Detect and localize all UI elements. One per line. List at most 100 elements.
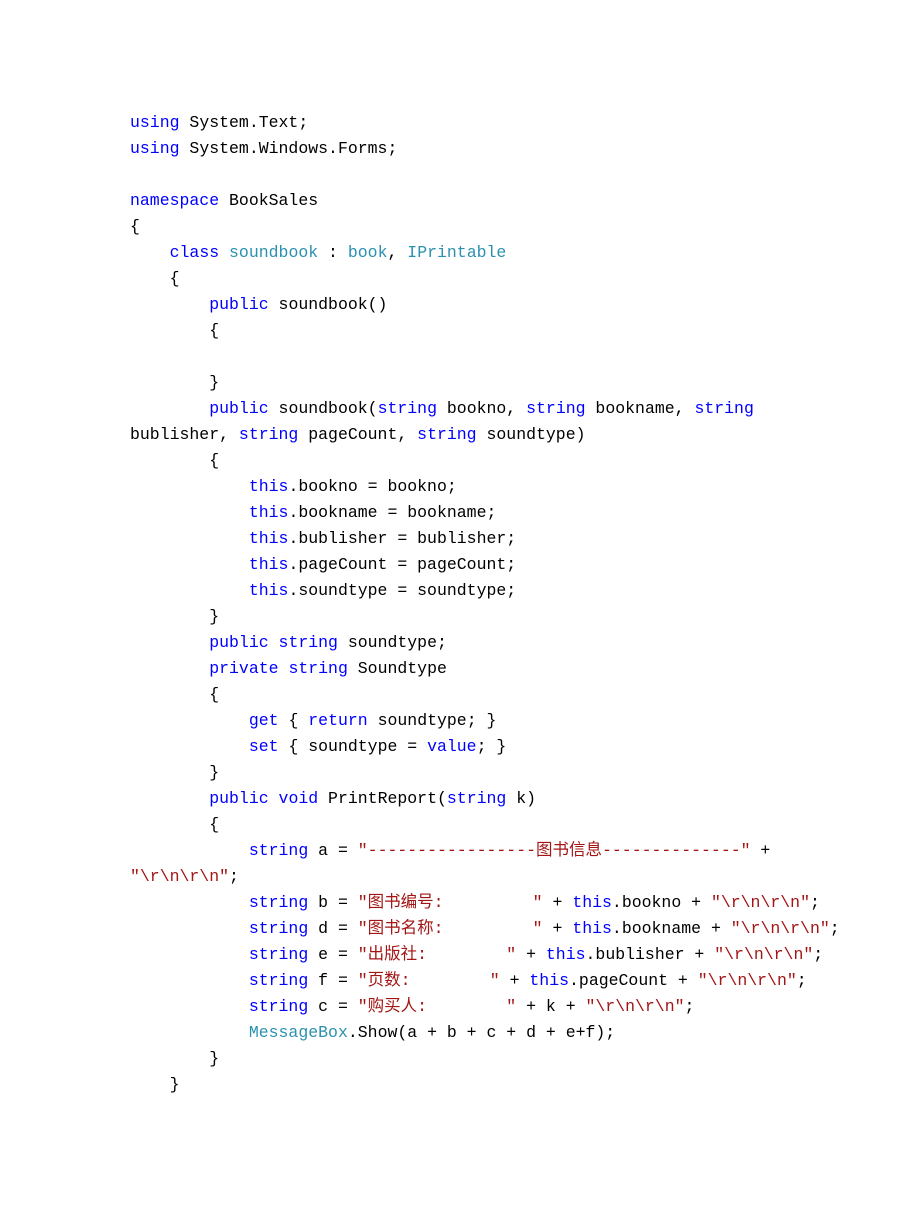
token: soundbook( [269,399,378,418]
token-kw: using [130,113,180,132]
token: ; [229,867,239,886]
token: .Show(a + b + c + d + e+f); [348,1023,615,1042]
token: .bookno + [612,893,711,912]
token: { [130,815,219,834]
token-str: "购买人: " [358,997,516,1016]
token-kw: private [209,659,278,678]
token: e = [308,945,358,964]
code-line: get { return soundtype; } [130,708,802,734]
token: PrintReport( [318,789,447,808]
token [130,841,249,860]
token: + [751,841,781,860]
token-type: soundbook [229,243,318,262]
token: ; [813,945,823,964]
token: System.Windows.Forms; [180,139,398,158]
token: , [387,243,407,262]
token-kw: string [249,945,308,964]
token-kw: this [249,477,289,496]
token-type: IPrintable [407,243,506,262]
token-kw: string [417,425,476,444]
token-kw: public [209,789,268,808]
token [130,659,209,678]
token-kw: string [249,997,308,1016]
token [130,737,249,756]
token [219,243,229,262]
token-kw: string [447,789,506,808]
token-kw: value [427,737,477,756]
code-line: MessageBox.Show(a + b + c + d + e+f); [130,1020,802,1046]
token-str: "\r\n\r\n" [731,919,830,938]
code-line: string f = "页数: " + this.pageCount + "\r… [130,968,802,994]
token: bookno, [437,399,526,418]
token: ; } [477,737,507,756]
token-str: "\r\n\r\n" [714,945,813,964]
token-kw: this [249,581,289,600]
token [269,789,279,808]
code-line [130,344,802,370]
code-line: this.pageCount = pageCount; [130,552,802,578]
token: { [279,711,309,730]
code-line: public string soundtype; [130,630,802,656]
token: .bookno = bookno; [288,477,456,496]
code-line: { [130,318,802,344]
token-kw: string [239,425,298,444]
code-line: this.bublisher = bublisher; [130,526,802,552]
token: .soundtype = soundtype; [288,581,516,600]
token [130,529,249,548]
token-kw: get [249,711,279,730]
token: } [130,1075,180,1094]
code-line: } [130,370,802,396]
token: } [130,607,219,626]
token-kw: this [249,529,289,548]
token [279,659,289,678]
token: soundbook() [269,295,388,314]
token: k) [506,789,536,808]
token: } [130,763,219,782]
token-str: "\r\n\r\n" [698,971,797,990]
token [130,711,249,730]
code-line: bublisher, string pageCount, string soun… [130,422,802,448]
code-line: string a = "-----------------图书信息-------… [130,838,802,864]
token [130,997,249,1016]
token: c = [308,997,358,1016]
token: a = [308,841,358,860]
token: { [130,217,140,236]
token: pageCount, [298,425,417,444]
token: bookname, [586,399,695,418]
token-str: "图书名称: " [358,919,543,938]
token-str: "\r\n\r\n" [586,997,685,1016]
token-kw: public [209,295,268,314]
token: ; [685,997,695,1016]
token: .pageCount + [569,971,698,990]
token: : [318,243,348,262]
token: + [500,971,530,990]
token-kw: string [249,919,308,938]
code-line: this.soundtype = soundtype; [130,578,802,604]
token [269,633,279,652]
token-kw: this [249,503,289,522]
token: + [516,945,546,964]
code-line: string b = "图书编号: " + this.bookno + "\r\… [130,890,802,916]
token-kw: using [130,139,180,158]
token: { [130,321,219,340]
token-kw: this [572,893,612,912]
code-line: } [130,604,802,630]
code-block: using System.Text;using System.Windows.F… [130,110,802,1098]
token-kw: public [209,633,268,652]
token-str: "图书编号: " [358,893,543,912]
token: b = [308,893,358,912]
token-kw: void [279,789,319,808]
token: { [130,269,180,288]
token-str: "页数: " [358,971,500,990]
code-line: "\r\n\r\n"; [130,864,802,890]
token: System.Text; [180,113,309,132]
code-line: { [130,266,802,292]
token: } [130,373,219,392]
token: { soundtype = [279,737,428,756]
token [130,945,249,964]
token: .bublisher = bublisher; [288,529,516,548]
code-line: set { soundtype = value; } [130,734,802,760]
token-kw: class [170,243,220,262]
token-kw: this [546,945,586,964]
token: soundtype; [338,633,447,652]
